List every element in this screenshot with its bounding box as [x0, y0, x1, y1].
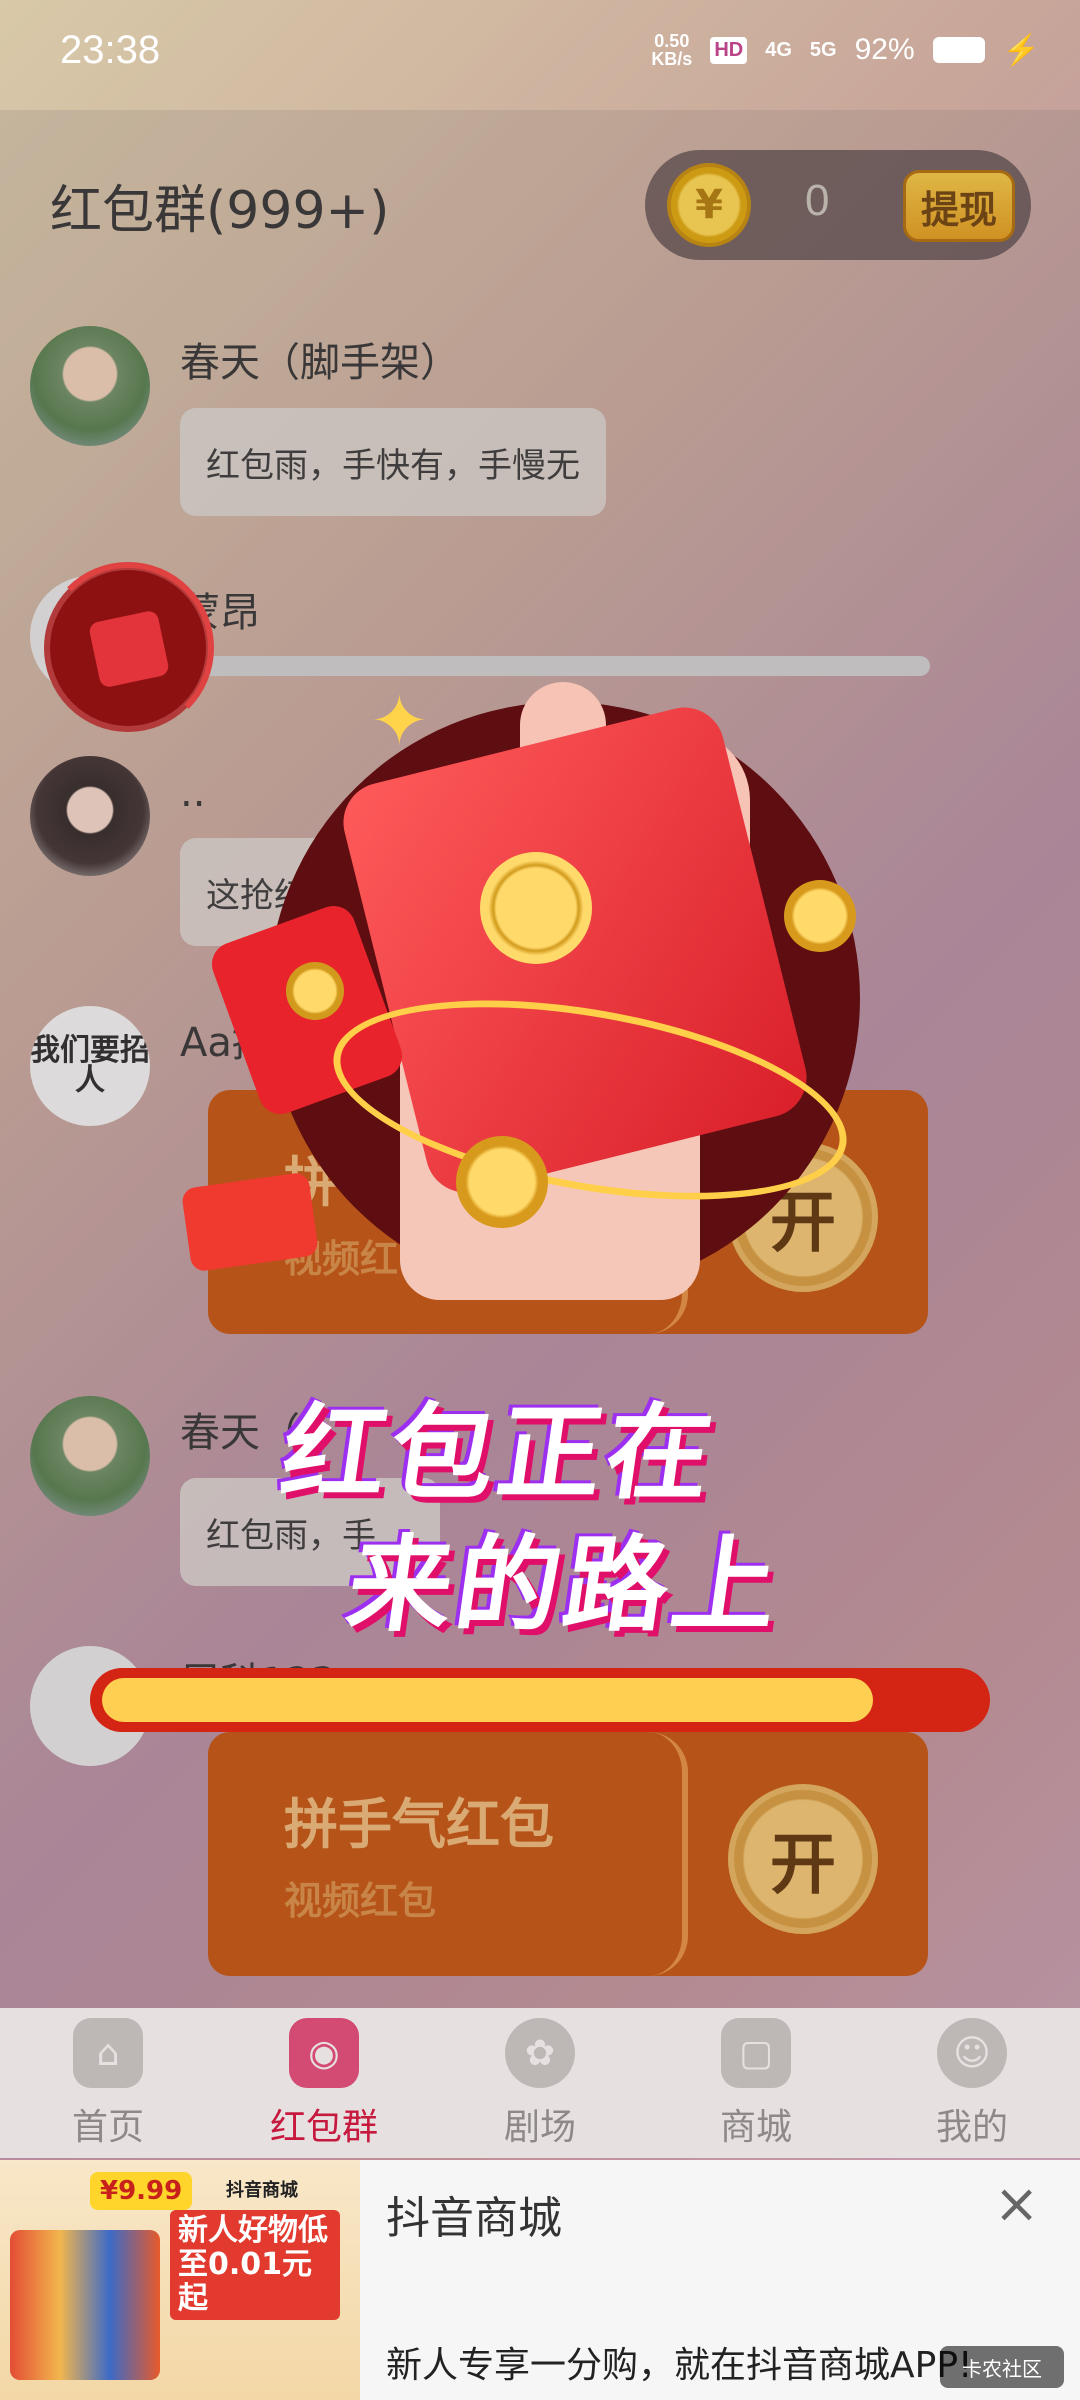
coin-seal-icon — [286, 962, 344, 1020]
network-speed: 0.50 KB/s — [651, 31, 693, 69]
ad-title: 抖音商城 — [386, 2193, 562, 2244]
sparkle-icon: ✦ — [370, 680, 429, 762]
nav-label: 首页 — [71, 2107, 144, 2148]
nav-theater[interactable]: ✿ 剧场 — [440, 2018, 640, 2150]
promo-slogan-line2: 来的路上 — [340, 1524, 790, 1646]
red-packet-icon: ◉ — [289, 2018, 359, 2088]
nav-label: 我的 — [935, 2107, 1008, 2148]
progress-fill — [102, 1678, 873, 1722]
close-icon[interactable]: × — [994, 2172, 1039, 2235]
nav-red-packet-group[interactable]: ◉ 红包群 — [224, 2018, 424, 2150]
battery-percent: 92% — [854, 33, 915, 66]
nav-mall[interactable]: ▢ 商城 — [656, 2018, 856, 2150]
ad-promo-text: 新人好物低至0.01元起 — [170, 2210, 340, 2320]
coin-seal-icon — [480, 852, 592, 964]
shopping-bag-icon: ▢ — [721, 2018, 791, 2088]
gold-coin-icon — [456, 1136, 548, 1228]
signal-5g-icon: 5G — [809, 38, 837, 61]
snack-products-image — [10, 2230, 160, 2380]
smiley-icon: ☺ — [937, 2018, 1007, 2088]
charging-icon: ⚡ — [1002, 33, 1040, 67]
promo-slogan-line1: 红包正在 — [274, 1392, 724, 1514]
ad-description: 新人专享一分购，就在抖音商城APP! — [386, 2345, 973, 2386]
floating-red-packet-button[interactable] — [42, 562, 214, 734]
nav-label: 剧场 — [503, 2107, 576, 2148]
bottom-nav: ⌂ 首页 ◉ 红包群 ✿ 剧场 ▢ 商城 ☺ 我的 — [0, 2008, 1080, 2158]
gold-coin-icon — [784, 880, 856, 952]
red-packet-icon — [180, 1171, 320, 1273]
nav-label: 红包群 — [269, 2107, 378, 2148]
status-icons: 0.50 KB/s HD 4G 5G 92% ⚡ — [651, 32, 1040, 68]
home-icon: ⌂ — [73, 2018, 143, 2088]
nav-label: 商城 — [719, 2107, 792, 2148]
ad-price: ¥9.99 — [90, 2172, 193, 2210]
status-time: 23:38 — [60, 28, 161, 72]
hd-icon: HD — [710, 36, 748, 64]
nav-home[interactable]: ⌂ 首页 — [8, 2018, 208, 2150]
watermark: 卡农社区 — [940, 2346, 1064, 2388]
ad-image[interactable]: ¥9.99 抖音商城 新人好物低至0.01元起 — [0, 2160, 360, 2400]
signal-4g-icon: 4G — [765, 38, 792, 61]
status-bar: 23:38 0.50 KB/s HD 4G 5G 92% ⚡ — [0, 0, 1080, 110]
battery-icon — [932, 37, 985, 63]
ad-banner[interactable]: ¥9.99 抖音商城 新人好物低至0.01元起 抖音商城 新人专享一分购，就在抖… — [0, 2160, 1080, 2400]
loading-progress-bar — [90, 1668, 990, 1732]
nav-profile[interactable]: ☺ 我的 — [872, 2018, 1072, 2150]
ad-brand: 抖音商城 — [226, 2180, 298, 2201]
film-reel-icon: ✿ — [505, 2018, 575, 2088]
